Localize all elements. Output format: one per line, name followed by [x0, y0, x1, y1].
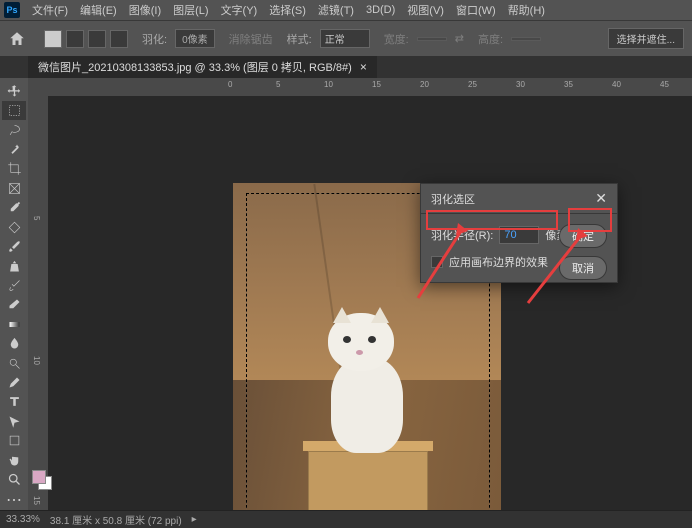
eraser-tool-icon[interactable]	[2, 296, 26, 314]
menu-select[interactable]: 选择(S)	[263, 2, 312, 18]
color-swatches[interactable]	[32, 470, 52, 490]
height-label: 高度:	[472, 31, 503, 47]
frame-tool-icon[interactable]	[2, 179, 26, 197]
selection-new-icon[interactable]	[44, 30, 62, 48]
more-tools-icon[interactable]: ⋯	[2, 490, 26, 510]
canvas-area: 0 5 10 15 20 25 30 35 40 45 5 10 15	[28, 78, 692, 510]
antialias-label: 消除锯齿	[223, 31, 273, 47]
status-bar: 33.33% 38.1 厘米 x 50.8 厘米 (72 ppi) ▸	[0, 510, 692, 528]
zoom-tool-icon[interactable]	[2, 470, 26, 488]
home-icon[interactable]	[8, 30, 26, 48]
toolbox: ⋯	[0, 78, 28, 510]
menu-layer[interactable]: 图层(L)	[167, 2, 214, 18]
main-menu-bar: Ps 文件(F) 编辑(E) 图像(I) 图层(L) 文字(Y) 选择(S) 滤…	[0, 0, 692, 20]
options-bar: 羽化: 0像素 消除锯齿 样式: 正常 宽度: ⇄ 高度: 选择并遮住...	[0, 20, 692, 56]
width-label: 宽度:	[378, 31, 409, 47]
menu-image[interactable]: 图像(I)	[123, 2, 167, 18]
feather-label: 羽化:	[136, 31, 167, 47]
magic-wand-tool-icon[interactable]	[2, 140, 26, 158]
document-tab-title: 微信图片_20210308133853.jpg @ 33.3% (图层 0 拷贝…	[38, 59, 352, 75]
eyedropper-tool-icon[interactable]	[2, 199, 26, 217]
horizontal-ruler[interactable]: 0 5 10 15 20 25 30 35 40 45	[48, 78, 692, 96]
shape-tool-icon[interactable]	[2, 432, 26, 450]
dialog-title: 羽化选区	[431, 191, 475, 207]
path-tool-icon[interactable]	[2, 412, 26, 430]
foreground-color-swatch[interactable]	[32, 470, 46, 484]
marquee-tool-icon[interactable]	[2, 101, 26, 119]
document-dimensions[interactable]: 38.1 厘米 x 50.8 厘米 (72 ppi)	[50, 512, 182, 527]
menu-help[interactable]: 帮助(H)	[502, 2, 551, 18]
status-chevron-icon[interactable]: ▸	[192, 514, 197, 525]
feather-value[interactable]: 0像素	[175, 29, 215, 48]
move-tool-icon[interactable]	[2, 82, 26, 100]
selection-subtract-icon[interactable]	[88, 30, 106, 48]
menu-3d[interactable]: 3D(D)	[360, 4, 401, 16]
menu-file[interactable]: 文件(F)	[26, 2, 74, 18]
canvas-effect-label: 应用画布边界的效果	[449, 254, 548, 270]
pen-tool-icon[interactable]	[2, 373, 26, 391]
type-tool-icon[interactable]	[2, 393, 26, 411]
width-value	[417, 37, 447, 41]
lasso-tool-icon[interactable]	[2, 121, 26, 139]
app-logo: Ps	[4, 2, 20, 18]
ruler-corner	[28, 78, 48, 96]
dialog-close-icon[interactable]: ✕	[595, 190, 607, 207]
radius-input[interactable]	[499, 226, 539, 244]
zoom-level[interactable]: 33.33%	[6, 514, 40, 525]
menu-window[interactable]: 窗口(W)	[450, 2, 502, 18]
canvas-effect-checkbox[interactable]	[431, 256, 443, 268]
vertical-ruler[interactable]: 5 10 15	[28, 96, 48, 510]
history-brush-tool-icon[interactable]	[2, 276, 26, 294]
dodge-tool-icon[interactable]	[2, 354, 26, 372]
select-and-mask-button[interactable]: 选择并遮住...	[608, 28, 684, 49]
height-value	[511, 37, 541, 41]
menu-filter[interactable]: 滤镜(T)	[312, 2, 360, 18]
menu-edit[interactable]: 编辑(E)	[74, 2, 123, 18]
clone-tool-icon[interactable]	[2, 257, 26, 275]
document-tabs: 微信图片_20210308133853.jpg @ 33.3% (图层 0 拷贝…	[0, 56, 692, 78]
menu-type[interactable]: 文字(Y)	[215, 2, 264, 18]
style-label: 样式:	[281, 31, 312, 47]
brush-tool-icon[interactable]	[2, 237, 26, 255]
document-tab[interactable]: 微信图片_20210308133853.jpg @ 33.3% (图层 0 拷贝…	[28, 56, 377, 78]
style-select[interactable]: 正常	[320, 29, 370, 48]
selection-mode-group	[44, 30, 128, 48]
radius-label: 羽化半径(R):	[431, 227, 493, 243]
gradient-tool-icon[interactable]	[2, 315, 26, 333]
hand-tool-icon[interactable]	[2, 451, 26, 469]
feather-dialog: 羽化选区 ✕ 羽化半径(R): 像素 应用画布边界的效果 确定 取消	[420, 183, 618, 283]
selection-intersect-icon[interactable]	[110, 30, 128, 48]
menu-view[interactable]: 视图(V)	[401, 2, 450, 18]
cancel-button[interactable]: 取消	[559, 256, 607, 280]
selection-add-icon[interactable]	[66, 30, 84, 48]
swap-icon: ⇄	[455, 32, 464, 45]
blur-tool-icon[interactable]	[2, 334, 26, 352]
close-icon[interactable]: ×	[360, 60, 367, 74]
crop-tool-icon[interactable]	[2, 160, 26, 178]
ok-button[interactable]: 确定	[559, 224, 607, 248]
spot-heal-tool-icon[interactable]	[2, 218, 26, 236]
